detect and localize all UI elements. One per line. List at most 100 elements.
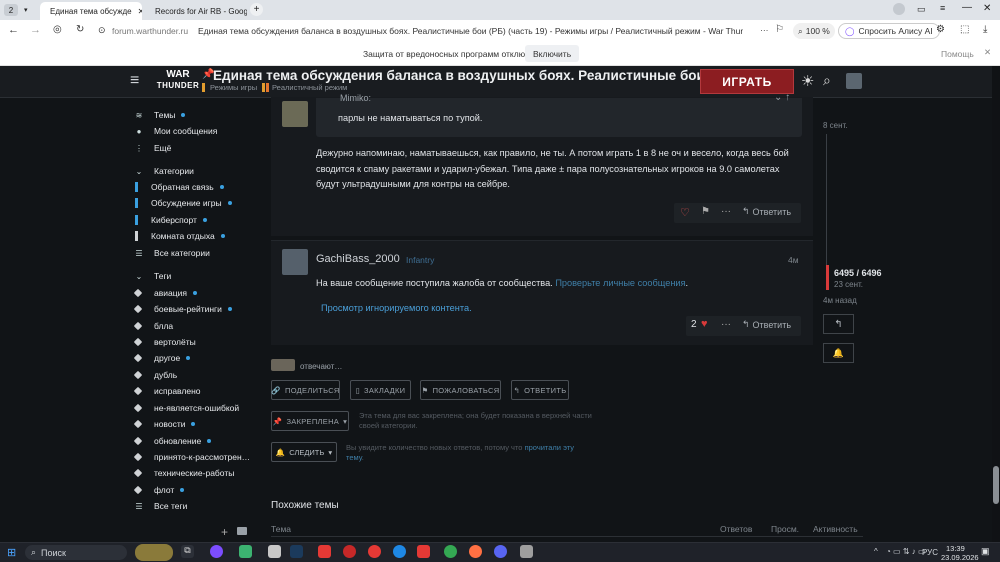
alice-taskbar-icon[interactable] xyxy=(210,545,223,558)
pinned-button[interactable]: 📌 ЗАКРЕПЛЕНА ▾ xyxy=(271,411,349,431)
sidebar-tag[interactable]: технические-работы xyxy=(133,468,234,478)
timeline-track[interactable] xyxy=(826,134,827,286)
sidebar-item-game-discussion[interactable]: Обсуждение игры xyxy=(135,198,232,208)
sidebar-item-esports[interactable]: Киберспорт xyxy=(135,215,207,225)
hamburger-icon[interactable]: ≡ xyxy=(130,72,139,90)
forward-icon[interactable]: → xyxy=(30,24,41,36)
sidebar-tag[interactable]: принято-к-рассмотрен… xyxy=(133,452,250,462)
theme-toggle-icon[interactable]: ☀ xyxy=(801,72,814,90)
app-icon[interactable] xyxy=(520,545,533,558)
enable-protection-button[interactable]: Включить xyxy=(525,45,580,62)
sidebar-tag[interactable]: другое xyxy=(133,353,191,363)
bookmarks-icon[interactable]: ▭ xyxy=(917,4,926,15)
sidebar-item-feedback[interactable]: Обратная связь xyxy=(135,182,224,192)
user-avatar[interactable] xyxy=(846,73,862,89)
clock-date[interactable]: 23.09.2026 xyxy=(941,553,979,562)
scrollbar-thumb[interactable] xyxy=(993,466,999,504)
sidebar-tag[interactable]: исправлено xyxy=(133,386,200,396)
sidebar-item-all-tags[interactable]: ☰ Все теги xyxy=(135,501,187,511)
breadcrumb-subcategory[interactable]: Реалистичный режим xyxy=(272,83,347,92)
sidebar-tag[interactable]: флот xyxy=(133,485,185,495)
post-author[interactable]: GachiBass_2000 xyxy=(316,253,400,265)
app-green-icon[interactable] xyxy=(239,545,252,558)
add-section-icon[interactable]: + xyxy=(221,525,228,539)
reply-topic-button[interactable]: ↰ ОТВЕТИТЬ xyxy=(511,380,569,400)
column-activity[interactable]: Активность xyxy=(813,524,858,534)
file-explorer-icon[interactable] xyxy=(268,545,281,558)
bookmark-button[interactable]: ▯ ЗАКЛАДКИ xyxy=(350,380,411,400)
tab-active[interactable]: Единая тема обсужде ✕ xyxy=(40,2,142,20)
url-host[interactable]: forum.warthunder.ru xyxy=(112,26,188,36)
sidebar-tag[interactable]: обновление xyxy=(133,436,212,446)
sidebar-categories-header[interactable]: ⌄ Категории xyxy=(135,166,194,176)
downloads-icon[interactable]: ⬚ xyxy=(960,24,969,35)
more-icon[interactable]: ··· xyxy=(721,319,731,330)
sidebar-tag[interactable]: дубль xyxy=(133,370,177,380)
post-time[interactable]: 4м xyxy=(788,255,799,265)
sidebar-tag[interactable]: авиация xyxy=(133,288,197,298)
tab-records[interactable]: Records for Air RB - Goog xyxy=(145,2,247,20)
alice-button[interactable]: ◯ Спросить Алису AI xyxy=(838,23,940,39)
steam-icon[interactable] xyxy=(290,545,303,558)
share-button[interactable]: 🔗 ПОДЕЛИТЬСЯ xyxy=(271,380,340,400)
opera-gx-icon[interactable] xyxy=(368,545,381,558)
close-window-icon[interactable]: ✕ xyxy=(983,3,991,14)
view-ignored-content-link[interactable]: Просмотр игнорируемого контента. xyxy=(321,301,472,317)
tabs-dropdown-icon[interactable]: ▾ xyxy=(24,6,28,14)
column-topic[interactable]: Тема xyxy=(271,524,291,534)
sidebar-item-more[interactable]: ⋮ Ещё xyxy=(135,143,171,153)
timeline-handle[interactable] xyxy=(826,265,829,290)
sidebar-tag[interactable]: блла xyxy=(133,321,173,331)
tab-count[interactable]: 2 xyxy=(4,4,18,16)
close-tab-icon[interactable]: ✕ xyxy=(138,7,142,16)
bookmark-icon[interactable]: ⚐ xyxy=(775,24,784,35)
flag-button[interactable]: ⚑ ПОЖАЛОВАТЬСЯ xyxy=(420,380,501,400)
chrome-icon[interactable] xyxy=(444,545,457,558)
sidebar-item-topics[interactable]: ≋ Темы xyxy=(135,110,186,120)
sidebar-tag[interactable]: не-является-ошибкой xyxy=(133,403,239,413)
new-tab-button[interactable]: + xyxy=(250,3,263,16)
extensions-icon[interactable]: ⚙ xyxy=(936,24,945,35)
liked-heart-icon[interactable]: ♥ xyxy=(701,318,708,330)
language-indicator[interactable]: РУС xyxy=(922,548,938,557)
quote-expand-icon[interactable]: ⌄ ↑ xyxy=(774,92,790,103)
breadcrumb-category[interactable]: Режимы игры xyxy=(210,83,257,92)
reload-icon[interactable]: ↻ xyxy=(76,24,84,35)
download-icon[interactable]: ⤓ xyxy=(983,24,987,35)
clock-time[interactable]: 13:39 xyxy=(946,544,965,553)
column-views[interactable]: Просм. xyxy=(771,524,799,534)
search-icon[interactable]: ⌕ xyxy=(823,72,831,89)
sidebar-tags-header[interactable]: ⌄ Теги xyxy=(135,271,172,281)
task-view-icon[interactable]: ⧉ xyxy=(181,545,194,558)
warthunder-logo[interactable]: WAR THUNDER xyxy=(156,69,200,91)
keyboard-icon[interactable] xyxy=(237,527,247,535)
sidebar-item-lounge[interactable]: Комната отдыха xyxy=(135,231,225,241)
shield-icon[interactable]: ◎ xyxy=(53,24,62,35)
yandex-icon[interactable] xyxy=(318,545,331,558)
taskbar-search[interactable]: ⌕ Поиск xyxy=(25,545,127,560)
timeline-start-date[interactable]: 8 сент. xyxy=(823,121,848,130)
column-replies[interactable]: Ответов xyxy=(720,524,752,534)
opera-icon[interactable] xyxy=(343,545,356,558)
timeline-reply-button[interactable]: ↰ xyxy=(823,314,854,334)
quote-author[interactable]: Mimiko: xyxy=(340,93,371,103)
like-heart-icon[interactable]: ♡ xyxy=(680,206,690,219)
sidebar-tag[interactable]: новости xyxy=(133,419,196,429)
help-link[interactable]: Помощь xyxy=(941,49,974,59)
discord-icon[interactable] xyxy=(494,545,507,558)
profile-icon[interactable] xyxy=(893,3,905,15)
more-icon[interactable]: ··· xyxy=(760,25,769,35)
menu-icon[interactable]: ≡ xyxy=(940,3,945,13)
play-button[interactable]: ИГРАТЬ xyxy=(700,69,794,94)
post-avatar[interactable] xyxy=(282,101,308,127)
sidebar-tag[interactable]: вертолёты xyxy=(133,337,196,347)
widgets-icon[interactable] xyxy=(135,544,173,561)
post-avatar[interactable] xyxy=(282,249,308,275)
check-messages-link[interactable]: Проверьте личные сообщения xyxy=(555,278,685,288)
yandex-browser-icon[interactable] xyxy=(417,545,430,558)
watch-button[interactable]: 🔔 СЛЕДИТЬ ▾ xyxy=(271,442,337,462)
like-count[interactable]: 2 xyxy=(691,319,697,330)
firefox-icon[interactable] xyxy=(469,545,482,558)
notifications-icon[interactable]: ▣ xyxy=(981,546,990,557)
reply-button[interactable]: ↰ Ответить xyxy=(742,319,791,330)
